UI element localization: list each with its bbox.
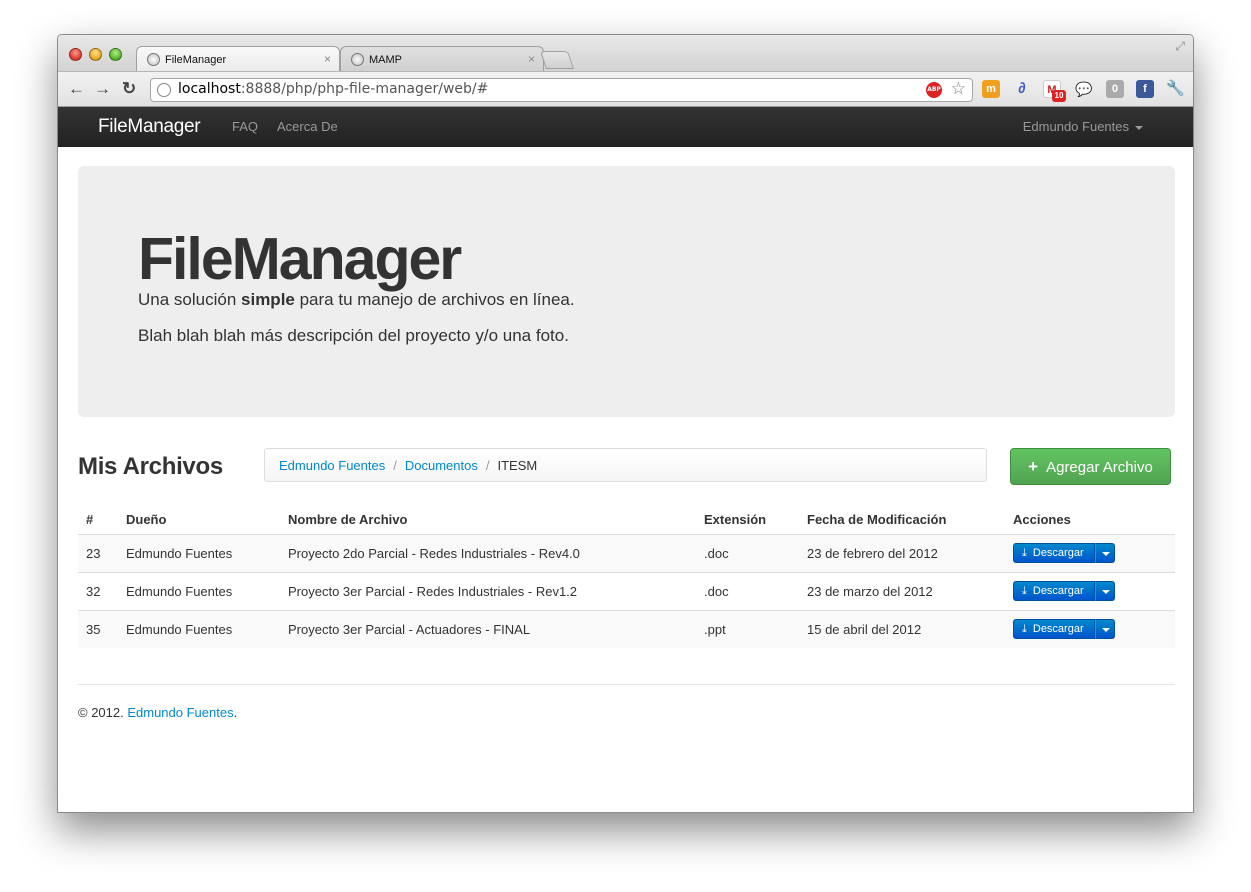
tab-close-icon[interactable]: × [528, 52, 535, 66]
globe-icon [147, 53, 160, 66]
footer-link-author[interactable]: Edmundo Fuentes [127, 705, 233, 720]
column-header: Acciones [1005, 506, 1175, 535]
caret-down-icon [1135, 125, 1143, 130]
cell-id: 35 [78, 609, 118, 648]
breadcrumb-current: ITESM [497, 458, 538, 473]
column-header[interactable]: # [78, 506, 118, 535]
column-header[interactable]: Extensión [696, 506, 799, 535]
nav-link-faq[interactable]: FAQ [232, 119, 258, 134]
cell-actions: ⤓ Descargar [1005, 533, 1175, 572]
cell-date: 23 de marzo del 2012 [799, 571, 1005, 610]
url-text: localhost:8888/php/php-file-manager/web/… [178, 81, 489, 97]
fullscreen-icon[interactable]: ⤢ [1175, 39, 1185, 54]
download-icon: ⤓ [1022, 547, 1027, 559]
breadcrumb-divider: / [393, 458, 397, 473]
column-header[interactable]: Nombre de Archivo [280, 506, 696, 535]
hero-unit: FileManager Una solución simple para tu … [78, 166, 1175, 417]
footer-divider [78, 684, 1175, 685]
forward-icon[interactable]: → [94, 79, 111, 99]
cell-owner: Edmundo Fuentes [118, 571, 280, 610]
globe-icon [351, 53, 364, 66]
meebo-extension-icon[interactable]: m [982, 80, 1000, 98]
browser-window: FileManager × MAMP × ⤢ ← → ↻ localhost:8… [57, 34, 1194, 813]
cell-file-name: Proyecto 3er Parcial - Redes Industriale… [280, 571, 696, 610]
table-row[interactable]: 35 Edmundo Fuentes Proyecto 3er Parcial … [78, 609, 1175, 648]
files-table: # Dueño Nombre de Archivo Extensión Fech… [78, 506, 1175, 648]
add-file-button[interactable]: + Agregar Archivo [1010, 448, 1171, 485]
column-header[interactable]: Fecha de Modificación [799, 506, 1005, 535]
table-header-row: # Dueño Nombre de Archivo Extensión Fech… [78, 506, 1175, 535]
cell-id: 23 [78, 533, 118, 572]
download-button-group: ⤓ Descargar [1013, 619, 1115, 640]
hero-description: Blah blah blah más descripción del proye… [138, 326, 569, 345]
footer: © 2012. Edmundo Fuentes. [78, 705, 238, 720]
tab-mamp[interactable]: MAMP × [340, 46, 544, 72]
download-button[interactable]: ⤓ Descargar [1013, 581, 1095, 601]
plus-icon: + [1028, 457, 1039, 476]
nav-link-acerca-de[interactable]: Acerca De [277, 119, 338, 134]
top-navbar: FileManager FAQ Acerca De Edmundo Fuente… [58, 107, 1193, 147]
cell-date: 15 de abril del 2012 [799, 609, 1005, 648]
bookmark-star-icon[interactable]: ☆ [951, 79, 966, 99]
cell-actions: ⤓ Descargar [1005, 571, 1175, 610]
table-row[interactable]: 23 Edmundo Fuentes Proyecto 2do Parcial … [78, 533, 1175, 572]
user-dropdown[interactable]: Edmundo Fuentes [1023, 119, 1143, 134]
column-header[interactable]: Dueño [118, 506, 280, 535]
download-button[interactable]: ⤓ Descargar [1013, 619, 1095, 640]
cell-owner: Edmundo Fuentes [118, 533, 280, 572]
window-maximize-button[interactable] [109, 48, 122, 61]
hero-title: FileManager [138, 226, 462, 292]
wrench-icon[interactable]: 🔧 [1166, 80, 1185, 98]
cell-extension: .doc [696, 571, 799, 610]
new-tab-button[interactable] [540, 51, 574, 69]
tab-close-icon[interactable]: × [324, 52, 331, 66]
breadcrumb-link-documentos[interactable]: Documentos [405, 458, 478, 473]
breadcrumb-link-user[interactable]: Edmundo Fuentes [279, 458, 385, 473]
cell-extension: .ppt [696, 609, 799, 648]
counter-extension-icon[interactable]: 0 [1106, 80, 1124, 98]
window-minimize-button[interactable] [89, 48, 102, 61]
browser-toolbar: ← → ↻ localhost:8888/php/php-file-manage… [58, 71, 1193, 107]
cell-actions: ⤓ Descargar [1005, 609, 1175, 648]
tab-label: MAMP [369, 54, 402, 66]
reload-icon[interactable]: ↻ [122, 79, 136, 99]
back-icon[interactable]: ← [68, 79, 85, 99]
cell-file-name: Proyecto 3er Parcial - Actuadores - FINA… [280, 609, 696, 648]
download-dropdown-toggle[interactable] [1094, 543, 1115, 563]
download-button[interactable]: ⤓ Descargar [1013, 543, 1095, 563]
hero-lead: Una solución simple para tu manejo de ar… [138, 290, 575, 309]
gmail-count-badge: 10 [1052, 90, 1066, 102]
breadcrumb: Edmundo Fuentes / Documentos / ITESM [264, 448, 987, 482]
cell-date: 23 de febrero del 2012 [799, 533, 1005, 572]
navbar-brand[interactable]: FileManager [98, 116, 201, 138]
download-icon: ⤓ [1022, 585, 1027, 597]
chat-extension-icon[interactable]: 💬 [1075, 80, 1093, 98]
breadcrumb-divider: / [485, 458, 490, 473]
download-dropdown-toggle[interactable] [1094, 581, 1115, 601]
tab-filemanager[interactable]: FileManager × [136, 46, 340, 72]
table-row[interactable]: 32 Edmundo Fuentes Proyecto 3er Parcial … [78, 571, 1175, 610]
cell-extension: .doc [696, 533, 799, 572]
adblock-icon[interactable]: ABP [926, 82, 942, 98]
download-button-group: ⤓ Descargar [1013, 581, 1115, 601]
facebook-extension-icon[interactable]: f [1136, 80, 1154, 98]
download-icon: ⤓ [1022, 623, 1027, 636]
download-button-group: ⤓ Descargar [1013, 543, 1115, 563]
download-dropdown-toggle[interactable] [1094, 619, 1115, 640]
cell-id: 32 [78, 571, 118, 610]
section-title: Mis Archivos [78, 453, 223, 480]
tab-bar: FileManager × MAMP × ⤢ [58, 35, 1193, 72]
cell-file-name: Proyecto 2do Parcial - Redes Industriale… [280, 533, 696, 572]
address-bar[interactable]: localhost:8888/php/php-file-manager/web/… [150, 78, 973, 102]
page-content: FileManager FAQ Acerca De Edmundo Fuente… [58, 107, 1193, 812]
globe-icon [157, 83, 171, 97]
window-close-button[interactable] [69, 48, 82, 61]
cell-owner: Edmundo Fuentes [118, 609, 280, 648]
link-extension-icon[interactable]: ∂ [1013, 80, 1031, 98]
user-name: Edmundo Fuentes [1022, 119, 1129, 134]
tab-label: FileManager [165, 54, 227, 66]
